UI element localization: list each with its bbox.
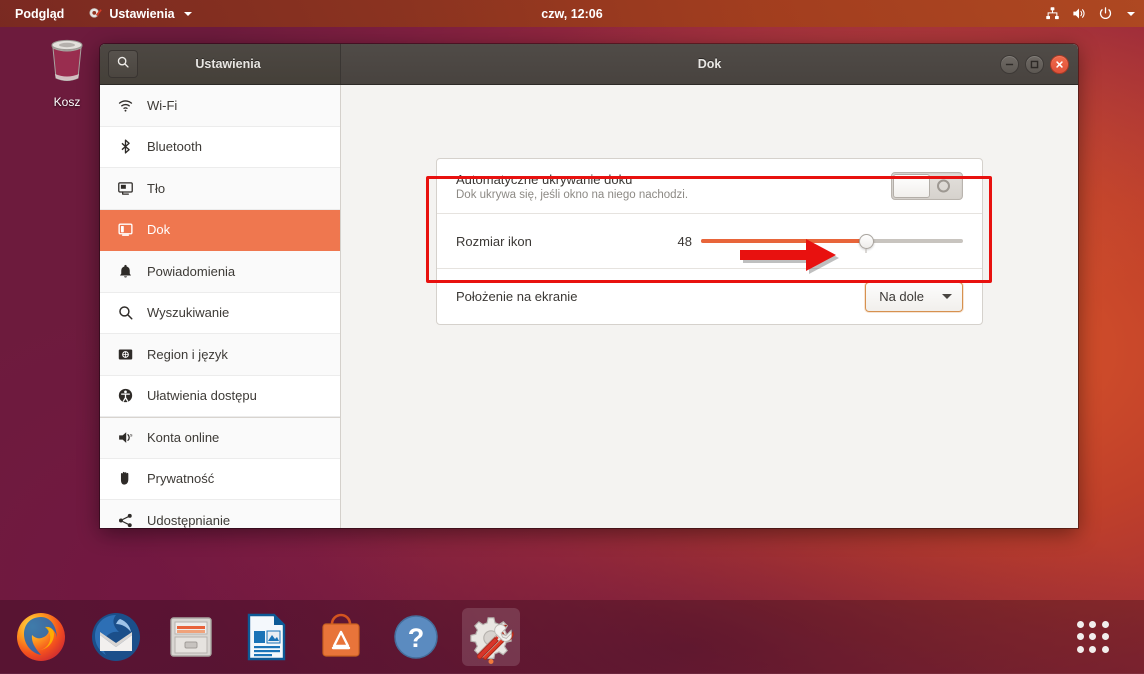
search-icon	[116, 55, 130, 74]
settings-gear-wrench-icon	[88, 6, 103, 21]
dock-item-libreoffice-writer[interactable]	[237, 608, 295, 666]
sidebar-item-label: Bluetooth	[147, 139, 202, 155]
toggle-off-icon	[937, 179, 950, 193]
sidebar-item-sharing[interactable]: Udostępnianie	[100, 500, 340, 528]
sidebar-item-bluetooth[interactable]: Bluetooth	[100, 126, 340, 168]
sidebar-item-label: Powiadomienia	[147, 263, 236, 279]
position-dropdown[interactable]: Na dole	[865, 281, 963, 312]
sidebar-item-privacy[interactable]: Prywatność	[100, 458, 340, 500]
slider-fill	[701, 239, 867, 243]
sidebar-item-notifications[interactable]: Powiadomienia	[100, 251, 340, 293]
search-icon	[117, 304, 134, 321]
running-indicator-dot	[488, 659, 494, 664]
desktop-trash[interactable]: Kosz	[34, 38, 100, 109]
dock-item-thunderbird[interactable]	[87, 608, 145, 666]
icon-size-row: Rozmiar ikon 48	[437, 214, 982, 269]
dock-settings-card: Automatyczne ukrywanie doku Dok ukrywa s…	[436, 158, 983, 325]
svg-text:?: ?	[408, 623, 425, 653]
sidebar-item-region-language[interactable]: Region i język	[100, 334, 340, 376]
position-row: Położenie na ekranie Na dole	[437, 269, 982, 324]
activities-label: Podgląd	[15, 6, 65, 21]
settings-gear-wrench-icon	[470, 617, 514, 660]
sidebar-item-search[interactable]: Wyszukiwanie	[100, 292, 340, 334]
sidebar-item-background[interactable]: Tło	[100, 168, 340, 210]
settings-content: Automatyczne ukrywanie doku Dok ukrywa s…	[341, 85, 1078, 528]
titlebar-content-section: Dok	[341, 44, 1078, 84]
window-titlebar[interactable]: Ustawienia Dok	[100, 44, 1078, 85]
sidebar-item-label: Ułatwienia dostępu	[147, 388, 257, 404]
slider-handle[interactable]	[858, 233, 874, 249]
background-monitor-icon	[117, 180, 134, 197]
privacy-hand-icon	[117, 470, 134, 487]
bluetooth-icon	[117, 138, 134, 155]
top-panel-activities[interactable]: Podgląd	[10, 4, 69, 24]
svg-text:s: s	[130, 434, 133, 439]
software-bag-icon	[322, 613, 360, 657]
sidebar-item-dock[interactable]: Dok	[100, 209, 340, 251]
apps-grid-icon[interactable]	[1068, 612, 1118, 662]
autohide-title: Automatyczne ukrywanie doku	[456, 171, 633, 187]
sidebar-item-label: Wyszukiwanie	[147, 305, 230, 321]
position-title: Położenie na ekranie	[456, 289, 578, 304]
region-language-icon	[117, 346, 134, 363]
online-accounts-icon: s	[117, 429, 134, 446]
accessibility-icon	[117, 387, 134, 404]
toggle-knob	[893, 174, 930, 198]
icon-size-value: 48	[677, 233, 692, 249]
thunderbird-icon	[92, 613, 140, 661]
settings-sidebar: Wi-Fi Bluetooth Tło Dok Powiadomienia Wy…	[100, 85, 341, 528]
icon-size-slider[interactable]	[701, 232, 963, 250]
network-icon[interactable]	[1045, 6, 1060, 21]
icon-size-title: Rozmiar ikon	[456, 233, 532, 249]
autohide-row: Automatyczne ukrywanie doku Dok ukrywa s…	[437, 159, 982, 214]
dock-icon	[117, 221, 134, 238]
writer-document-icon	[247, 613, 286, 661]
sharing-icon	[117, 512, 134, 528]
desktop-trash-label: Kosz	[53, 95, 81, 109]
help-question-icon: ?	[394, 615, 438, 659]
wifi-icon	[117, 97, 134, 114]
chevron-down-icon	[942, 294, 952, 299]
dock-item-settings[interactable]	[462, 608, 520, 666]
sidebar-item-label: Prywatność	[147, 471, 215, 487]
sidebar-item-label: Udostępnianie	[147, 512, 231, 528]
position-selected-value: Na dole	[879, 289, 924, 304]
power-icon[interactable]	[1098, 6, 1113, 21]
dock-item-ubuntu-software[interactable]	[312, 608, 370, 666]
dock-item-help[interactable]: ?	[387, 608, 445, 666]
search-button[interactable]	[108, 50, 138, 78]
sidebar-item-wifi[interactable]: Wi-Fi	[100, 85, 340, 127]
sidebar-item-label: Tło	[147, 180, 166, 196]
sidebar-item-label: Region i język	[147, 346, 228, 362]
dock-item-firefox[interactable]	[12, 608, 70, 666]
settings-window: Ustawienia Dok Wi-Fi Bluetooth Tło Dok P…	[100, 44, 1078, 528]
chevron-down-icon[interactable]	[1127, 11, 1135, 16]
titlebar-sidebar-section: Ustawienia	[100, 44, 341, 84]
bell-icon	[117, 263, 134, 280]
chevron-down-icon	[183, 11, 192, 16]
volume-icon[interactable]	[1071, 6, 1087, 21]
trash-icon	[45, 38, 89, 91]
dock-item-files[interactable]	[162, 608, 220, 666]
autohide-subtitle: Dok ukrywa się, jeśli okno na niego nach…	[456, 188, 689, 201]
sidebar-title: Ustawienia	[195, 57, 261, 71]
top-panel-app-menu[interactable]: Ustawienia	[83, 3, 196, 24]
sidebar-item-accessibility[interactable]: Ułatwienia dostępu	[100, 375, 340, 417]
files-cabinet-icon	[170, 617, 212, 657]
window-title: Dok	[697, 57, 722, 71]
top-panel: Podgląd Ustawienia czw, 12:06	[0, 0, 1144, 27]
firefox-icon	[17, 613, 65, 661]
app-menu-label: Ustawienia	[109, 6, 175, 21]
sidebar-item-label: Konta online	[147, 430, 220, 446]
sidebar-item-label: Dok	[147, 222, 171, 238]
autohide-toggle[interactable]	[891, 172, 963, 200]
sidebar-item-label: Wi-Fi	[147, 97, 178, 113]
dock: ?	[0, 600, 1144, 674]
sidebar-item-online-accounts[interactable]: s Konta online	[100, 417, 340, 459]
